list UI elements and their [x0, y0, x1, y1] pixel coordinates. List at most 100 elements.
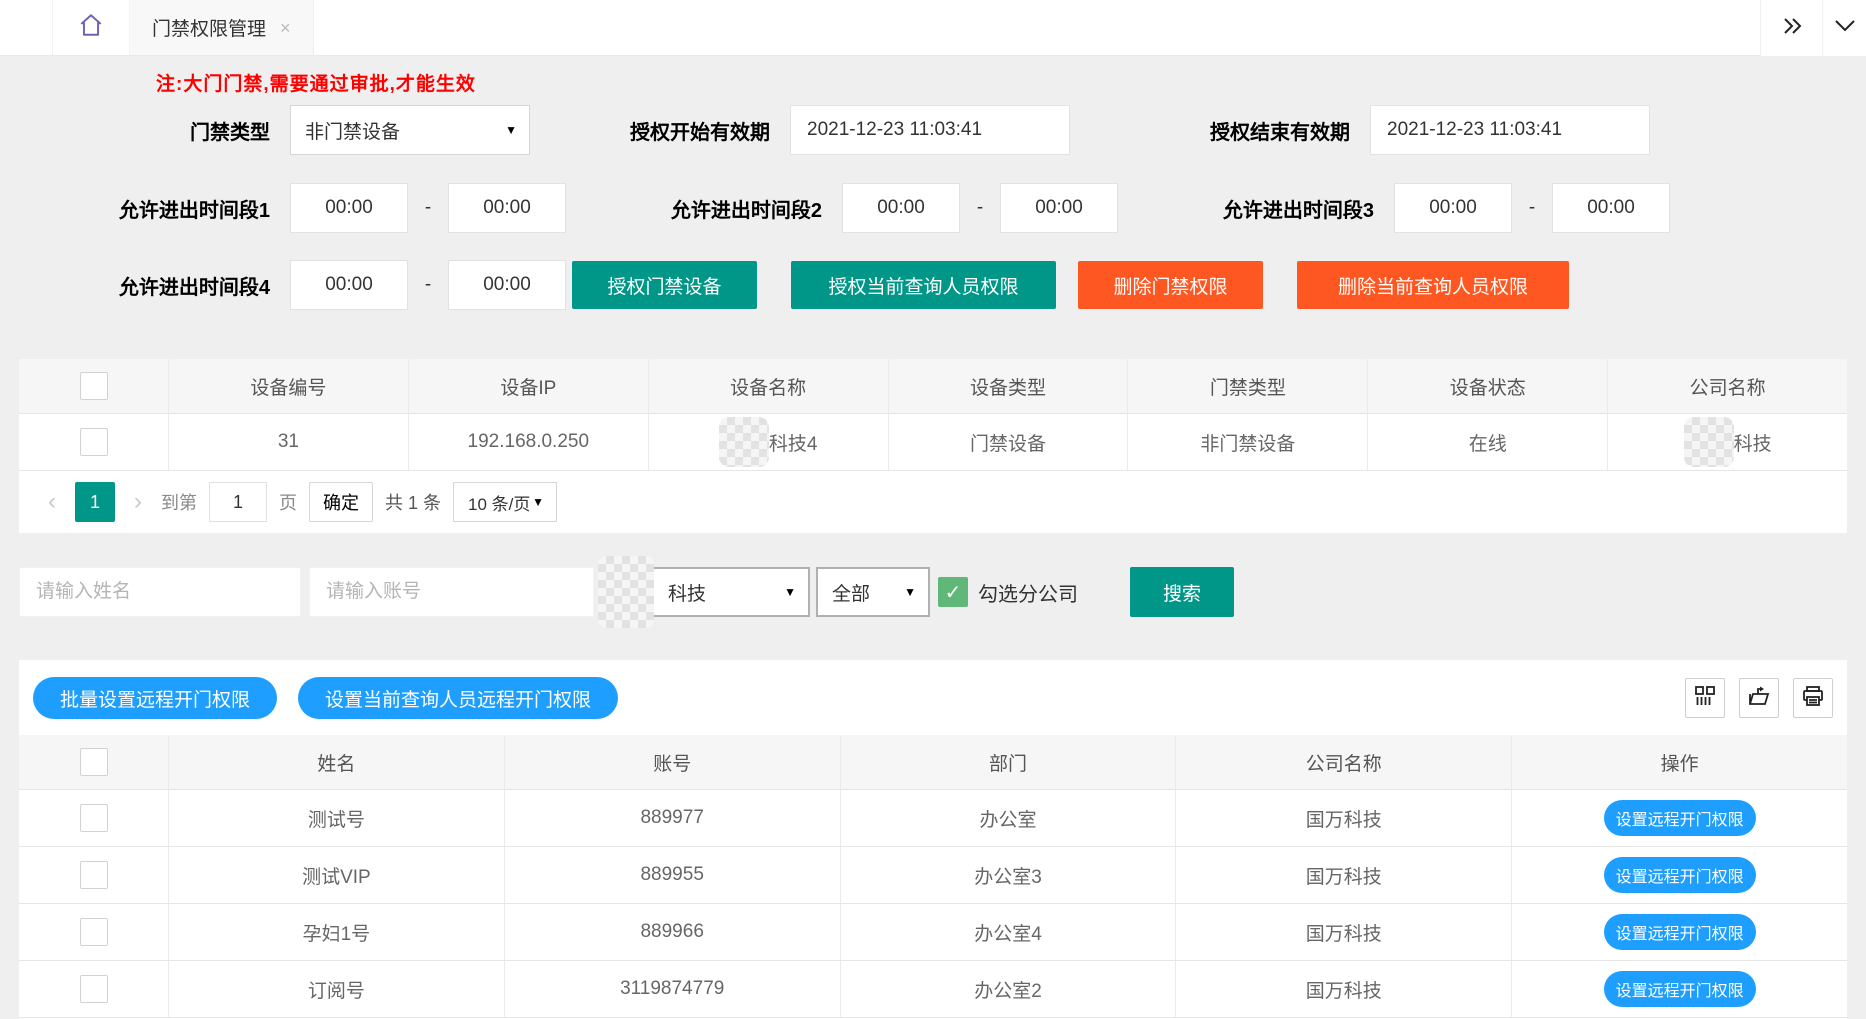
account-search-input[interactable]	[309, 567, 594, 617]
period1-from-input[interactable]	[290, 183, 408, 233]
dash-separator: -	[1512, 197, 1552, 219]
person-toolbar: 批量设置远程开门权限 设置当前查询人员远程开门权限	[19, 660, 1847, 735]
person-row-checkbox[interactable]	[80, 861, 108, 889]
period3-to-input[interactable]	[1552, 183, 1670, 233]
person-dept: 办公室	[841, 790, 1177, 846]
auth-start-input[interactable]	[790, 105, 1070, 155]
goto-page-input[interactable]	[209, 482, 267, 522]
select-caret-icon: ▼	[904, 585, 916, 599]
col-device-no: 设备编号	[169, 359, 409, 413]
branch-select-value: 全部	[832, 579, 870, 606]
person-row-checkbox[interactable]	[80, 918, 108, 946]
batch-set-remote-open-button[interactable]: 批量设置远程开门权限	[33, 677, 277, 719]
name-search-input[interactable]	[19, 567, 301, 617]
branch-filter-checkbox[interactable]: ✓	[938, 577, 968, 607]
goto-unit-label: 页	[279, 489, 297, 515]
approval-note: 注:大门门禁,需要通过审批,才能生效	[156, 69, 1866, 96]
page-1-button[interactable]: 1	[75, 482, 115, 522]
person-row: 测试VIP 889955 办公室3 国万科技 设置远程开门权限	[19, 847, 1847, 904]
prev-page-icon[interactable]: ‹	[41, 488, 63, 516]
dash-separator: -	[960, 197, 1000, 219]
dash-separator: -	[408, 274, 448, 296]
period2-from-input[interactable]	[842, 183, 960, 233]
person-table-panel: 批量设置远程开门权限 设置当前查询人员远程开门权限	[19, 660, 1847, 1019]
select-caret-icon: ▼	[532, 495, 544, 509]
person-table-header: 姓名 账号 部门 公司名称 操作	[19, 735, 1847, 790]
person-row-checkbox[interactable]	[80, 975, 108, 1003]
goto-confirm-button[interactable]: 确定	[309, 482, 373, 522]
dash-separator: -	[408, 197, 448, 219]
device-company-suffix: 科技	[1734, 429, 1772, 456]
col-device-name: 设备名称	[649, 359, 889, 413]
form-row-period4-actions: 允许进出时间段4 - 授权门禁设备 授权当前查询人员权限 删除门禁权限 删除当前…	[0, 260, 1866, 310]
tab-close-icon[interactable]: ×	[280, 19, 291, 37]
goto-label: 到第	[161, 489, 197, 515]
device-access-type: 非门禁设备	[1128, 414, 1368, 470]
columns-filter-button[interactable]	[1685, 678, 1725, 718]
total-count-label: 共 1 条	[385, 489, 441, 515]
col-device-status: 设备状态	[1368, 359, 1608, 413]
delete-access-permission-button[interactable]: 删除门禁权限	[1078, 261, 1263, 309]
page-size-value: 10 条/页	[468, 490, 530, 515]
tab-menu-button[interactable]	[1822, 0, 1866, 56]
device-table-pagination: ‹ 1 › 到第 页 确定 共 1 条 10 条/页 ▼	[19, 471, 1847, 533]
person-name: 孕妇1号	[169, 904, 505, 960]
set-remote-open-button[interactable]: 设置远程开门权限	[1604, 971, 1756, 1007]
device-row-checkbox[interactable]	[80, 428, 108, 456]
access-type-select[interactable]: 非门禁设备 ▼	[290, 105, 530, 155]
person-row-checkbox[interactable]	[80, 804, 108, 832]
col-person-action: 操作	[1512, 735, 1847, 789]
period1-to-input[interactable]	[448, 183, 566, 233]
company-select[interactable]: 科技 ▼	[634, 567, 810, 617]
set-remote-open-button[interactable]: 设置远程开门权限	[1604, 914, 1756, 950]
device-table-row: 31 192.168.0.250 科技4 门禁设备 非门禁设备 在线 科技	[19, 414, 1847, 471]
authorize-device-button[interactable]: 授权门禁设备	[572, 261, 757, 309]
auth-end-input[interactable]	[1370, 105, 1650, 155]
tab-title: 门禁权限管理	[152, 14, 266, 41]
person-company: 国万科技	[1176, 961, 1512, 1017]
period4-to-input[interactable]	[448, 260, 566, 310]
person-account: 889955	[505, 847, 841, 903]
redaction-blur	[719, 417, 769, 467]
double-chevron-right-icon	[1780, 16, 1804, 41]
person-dept: 办公室3	[841, 847, 1177, 903]
expand-tabs-button[interactable]	[1760, 0, 1822, 56]
delete-current-persons-button[interactable]: 删除当前查询人员权限	[1297, 261, 1569, 309]
home-tab[interactable]	[52, 0, 130, 55]
person-company: 国万科技	[1176, 790, 1512, 846]
person-row: 测试号 889977 办公室 国万科技 设置远程开门权限	[19, 790, 1847, 847]
select-all-persons-checkbox[interactable]	[80, 748, 108, 776]
period2-to-input[interactable]	[1000, 183, 1118, 233]
set-current-persons-remote-open-button[interactable]: 设置当前查询人员远程开门权限	[298, 677, 618, 719]
col-person-company: 公司名称	[1176, 735, 1512, 789]
branch-select[interactable]: 全部 ▼	[816, 567, 930, 617]
form-row-types: 门禁类型 非门禁设备 ▼ 授权开始有效期 授权结束有效期	[0, 105, 1866, 155]
period2-label: 允许进出时间段2	[622, 194, 822, 223]
access-type-value: 非门禁设备	[305, 117, 400, 144]
search-button[interactable]: 搜索	[1130, 567, 1234, 617]
device-table-header: 设备编号 设备IP 设备名称 设备类型 门禁类型 设备状态 公司名称	[19, 359, 1847, 414]
print-button[interactable]	[1793, 678, 1833, 718]
set-remote-open-button[interactable]: 设置远程开门权限	[1604, 800, 1756, 836]
device-no: 31	[169, 414, 409, 470]
tab-access-permission[interactable]: 门禁权限管理 ×	[130, 0, 314, 55]
device-ip: 192.168.0.250	[409, 414, 649, 470]
next-page-icon[interactable]: ›	[127, 488, 149, 516]
col-person-dept: 部门	[841, 735, 1177, 789]
select-caret-icon: ▼	[505, 123, 517, 137]
export-button[interactable]	[1739, 678, 1779, 718]
redaction-blur	[598, 556, 654, 628]
chevron-down-icon	[1834, 19, 1856, 38]
authorize-current-persons-button[interactable]: 授权当前查询人员权限	[791, 261, 1056, 309]
set-remote-open-button[interactable]: 设置远程开门权限	[1604, 857, 1756, 893]
page-size-select[interactable]: 10 条/页 ▼	[453, 482, 557, 522]
person-row: 孕妇1号 889966 办公室4 国万科技 设置远程开门权限	[19, 904, 1847, 961]
access-type-label: 门禁类型	[70, 116, 270, 145]
period3-from-input[interactable]	[1394, 183, 1512, 233]
select-all-devices-checkbox[interactable]	[80, 372, 108, 400]
company-select-wrap: 科技 ▼	[634, 567, 810, 617]
auth-end-label: 授权结束有效期	[1130, 116, 1350, 145]
col-device-type: 设备类型	[889, 359, 1129, 413]
person-search-bar: 科技 ▼ 全部 ▼ ✓ 勾选分公司 搜索	[19, 567, 1866, 617]
period4-from-input[interactable]	[290, 260, 408, 310]
